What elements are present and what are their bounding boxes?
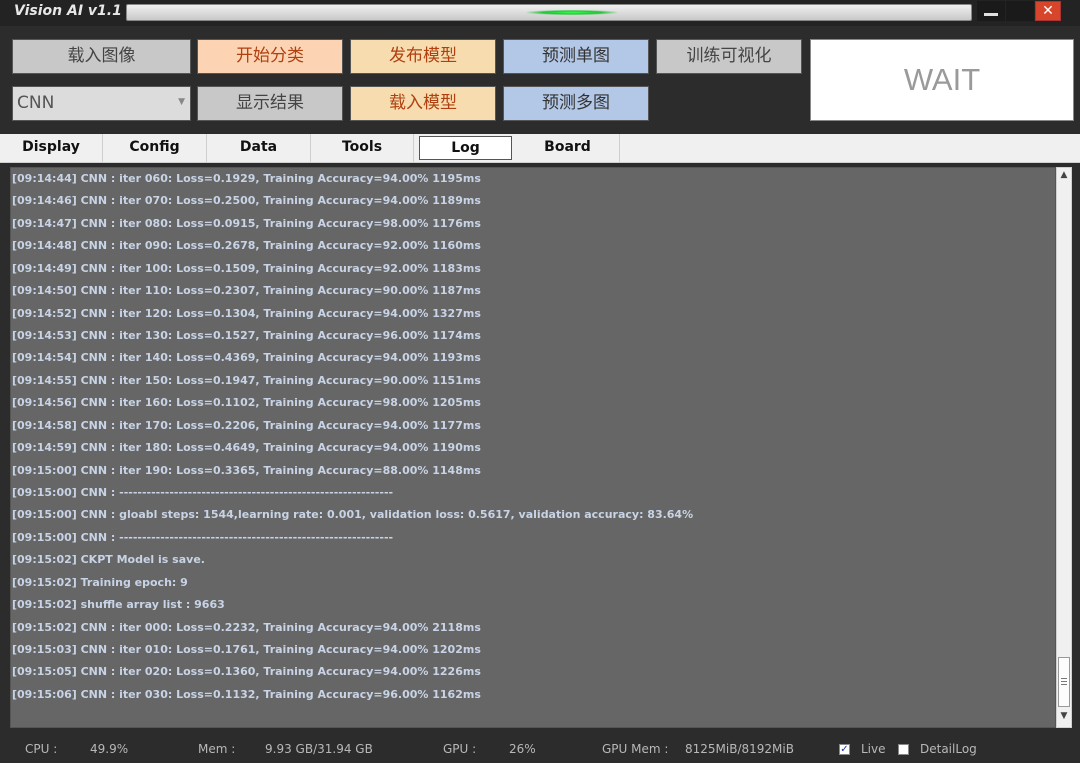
log-line: [09:14:50] CNN : iter 110: Loss=0.2307, …: [12, 284, 481, 298]
log-line: [09:14:54] CNN : iter 140: Loss=0.4369, …: [12, 351, 481, 365]
mem-label: Mem :: [198, 742, 236, 756]
predict-single-button[interactable]: 预测单图: [503, 39, 649, 74]
app-title: Vision AI v1.1: [14, 3, 122, 19]
log-line: [09:14:46] CNN : iter 070: Loss=0.2500, …: [12, 194, 481, 208]
grip-line: [1061, 681, 1067, 682]
gpu-mem-label: GPU Mem :: [602, 742, 669, 756]
detail-log-label: DetailLog: [920, 742, 977, 756]
log-line: [09:15:02] CKPT Model is save.: [12, 553, 205, 567]
chevron-down-icon: ▼: [178, 97, 185, 107]
load-model-button[interactable]: 载入模型: [350, 86, 496, 121]
gpu-mem-value: 8125MiB/8192MiB: [685, 742, 794, 756]
log-line: [09:14:52] CNN : iter 120: Loss=0.1304, …: [12, 306, 481, 320]
mem-value: 9.93 GB/31.94 GB: [265, 742, 373, 756]
log-line: [09:14:58] CNN : iter 170: Loss=0.2206, …: [12, 418, 481, 432]
close-icon: ✕: [1042, 3, 1054, 19]
tab-data[interactable]: Data: [207, 134, 311, 162]
progress-indicator: [527, 10, 617, 15]
publish-model-button[interactable]: 发布模型: [350, 39, 496, 74]
tab-bar: Display Config Data Tools Log Board: [0, 134, 1080, 163]
log-line: [09:14:48] CNN : iter 090: Loss=0.2678, …: [12, 239, 481, 253]
log-line: [09:14:53] CNN : iter 130: Loss=0.1527, …: [12, 329, 481, 342]
log-line: [09:15:06] CNN : iter 030: Loss=0.1132, …: [12, 687, 481, 701]
status-display: WAIT: [810, 39, 1074, 121]
tab-board[interactable]: Board: [516, 134, 620, 162]
load-image-button[interactable]: 载入图像: [12, 39, 191, 74]
start-classify-button[interactable]: 开始分类: [197, 39, 343, 74]
scrollbar-thumb[interactable]: [1058, 657, 1070, 707]
show-result-button[interactable]: 显示结果: [197, 86, 343, 121]
grip-line: [1061, 678, 1067, 679]
log-line: [09:15:00] CNN : iter 190: Loss=0.3365, …: [12, 463, 481, 477]
log-line: [09:15:00] CNN : gloabl steps: 1544,lear…: [12, 508, 694, 522]
detail-log-checkbox[interactable]: [898, 744, 909, 755]
tab-log[interactable]: Log: [419, 136, 512, 160]
gpu-label: GPU :: [443, 742, 477, 756]
close-button[interactable]: ✕: [1035, 1, 1061, 21]
grip-line: [1061, 684, 1067, 685]
scroll-down-icon[interactable]: ▼: [1057, 711, 1071, 725]
log-line: [09:15:00] CNN : -----------------------…: [12, 486, 394, 500]
log-line: [09:15:02] Training epoch: 9: [12, 575, 188, 589]
minimize-button[interactable]: [977, 1, 1005, 21]
tab-config[interactable]: Config: [103, 134, 207, 162]
status-text: WAIT: [903, 62, 981, 97]
live-checkbox[interactable]: ✓: [839, 744, 850, 755]
log-line: [09:14:59] CNN : iter 180: Loss=0.4649, …: [12, 441, 481, 455]
progress-bar: [126, 4, 972, 21]
log-line: [09:14:55] CNN : iter 150: Loss=0.1947, …: [12, 373, 481, 387]
model-select[interactable]: CNN ▼: [12, 86, 191, 121]
status-bar: CPU : 49.9% Mem : 9.93 GB/31.94 GB GPU :…: [0, 738, 1080, 763]
model-select-value: CNN: [17, 93, 55, 113]
tab-display[interactable]: Display: [0, 134, 103, 162]
maximize-button[interactable]: [1006, 1, 1034, 21]
log-line: [09:15:03] CNN : iter 010: Loss=0.1761, …: [12, 643, 481, 657]
live-label: Live: [861, 742, 886, 756]
train-visualize-button[interactable]: 训练可视化: [656, 39, 802, 74]
gpu-value: 26%: [509, 742, 536, 756]
log-line: [09:14:49] CNN : iter 100: Loss=0.1509, …: [12, 261, 481, 275]
predict-multi-button[interactable]: 预测多图: [503, 86, 649, 121]
log-line: [09:15:05] CNN : iter 020: Loss=0.1360, …: [12, 665, 481, 679]
log-line: [09:15:02] shuffle array list : 9663: [12, 598, 225, 612]
tab-tools[interactable]: Tools: [311, 134, 414, 162]
log-line: [09:14:47] CNN : iter 080: Loss=0.0915, …: [12, 216, 481, 230]
scroll-up-icon[interactable]: ▲: [1057, 170, 1071, 184]
log-output[interactable]: [09:14:44] CNN : iter 060: Loss=0.1929, …: [10, 167, 1056, 728]
title-bar: Vision AI v1.1 ✕: [0, 0, 1080, 26]
log-line: [09:14:56] CNN : iter 160: Loss=0.1102, …: [12, 396, 481, 410]
cpu-label: CPU :: [25, 742, 58, 756]
cpu-value: 49.9%: [90, 742, 129, 756]
log-line: [09:15:02] CNN : iter 000: Loss=0.2232, …: [12, 620, 481, 634]
log-line: [09:14:44] CNN : iter 060: Loss=0.1929, …: [12, 172, 481, 185]
log-line: [09:15:00] CNN : -----------------------…: [12, 530, 394, 544]
log-scrollbar[interactable]: ▲ ▼: [1056, 167, 1072, 728]
toolbar: 载入图像 开始分类 发布模型 预测单图 训练可视化 CNN ▼ 显示结果 载入模…: [0, 26, 1080, 134]
